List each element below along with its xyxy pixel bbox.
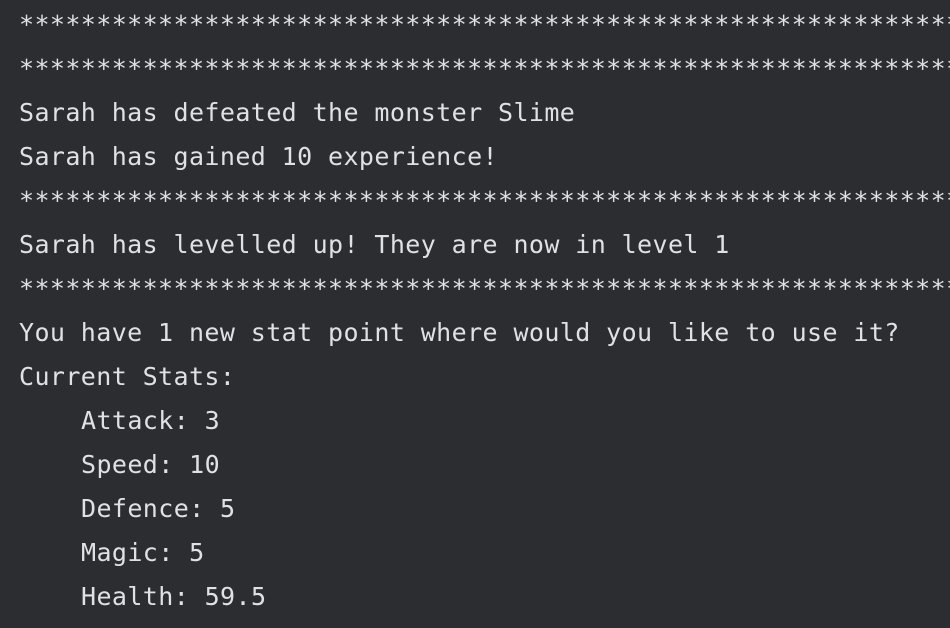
current-stats-heading: Current Stats:: [19, 362, 236, 391]
levelup-message: Sarah has levelled up! They are now in l…: [19, 230, 730, 259]
stat-health: Health: 59.5: [81, 582, 267, 611]
stat-attack: Attack: 3: [81, 406, 221, 435]
stat-magic: Magic: 5: [81, 538, 205, 567]
stat-defence: Defence: 5: [81, 494, 236, 523]
separator-line: ****************************************…: [19, 54, 950, 83]
stat-speed: Speed: 10: [81, 450, 221, 479]
defeat-message: Sarah has defeated the monster Slime: [19, 98, 576, 127]
separator-line: ****************************************…: [19, 274, 950, 303]
experience-message: Sarah has gained 10 experience!: [19, 142, 498, 171]
separator-line: ****************************************…: [19, 186, 950, 215]
stat-point-prompt: You have 1 new stat point where would yo…: [19, 318, 900, 347]
separator-line: ****************************************…: [19, 10, 950, 39]
console-output: ****************************************…: [0, 0, 950, 628]
